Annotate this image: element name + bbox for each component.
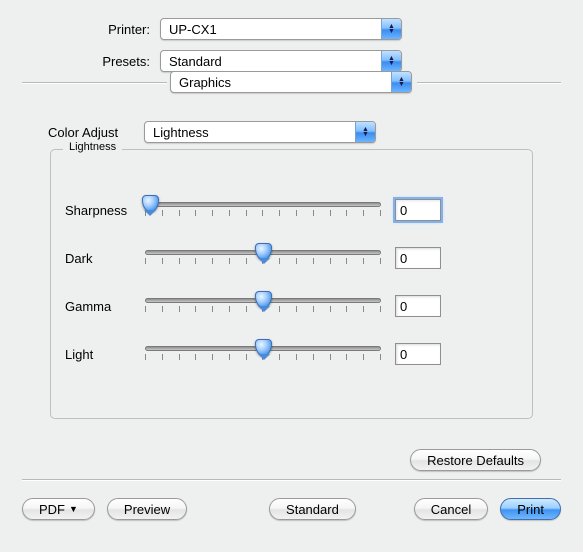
dark-slider[interactable] — [145, 244, 381, 272]
updown-icon — [381, 19, 401, 39]
sharpness-input[interactable] — [395, 199, 441, 221]
pane-select[interactable]: Graphics — [170, 71, 412, 93]
light-input[interactable] — [395, 343, 441, 365]
preview-button[interactable]: Preview — [107, 498, 187, 520]
cancel-button[interactable]: Cancel — [414, 498, 488, 520]
gamma-slider[interactable] — [145, 292, 381, 320]
gamma-input[interactable] — [395, 295, 441, 317]
light-label: Light — [65, 347, 145, 362]
lightness-group: Lightness Sharpness Dark Gamma — [50, 149, 533, 419]
fieldset-legend: Lightness — [63, 141, 122, 153]
color-adjust-value: Lightness — [153, 125, 355, 140]
dark-label: Dark — [65, 251, 145, 266]
printer-value: UP-CX1 — [169, 22, 381, 37]
color-adjust-select[interactable]: Lightness — [144, 121, 376, 143]
gamma-label: Gamma — [65, 299, 145, 314]
printer-select[interactable]: UP-CX1 — [160, 18, 402, 40]
standard-button[interactable]: Standard — [269, 498, 356, 520]
print-button[interactable]: Print — [500, 498, 561, 520]
sharpness-slider[interactable] — [145, 196, 381, 224]
pdf-label: PDF — [39, 502, 65, 517]
restore-defaults-button[interactable]: Restore Defaults — [410, 449, 541, 471]
color-adjust-label: Color Adjust — [48, 125, 144, 140]
light-slider[interactable] — [145, 340, 381, 368]
sharpness-label: Sharpness — [65, 203, 145, 218]
presets-select[interactable]: Standard — [160, 50, 402, 72]
updown-icon — [391, 72, 411, 92]
updown-icon — [355, 122, 375, 142]
updown-icon — [381, 51, 401, 71]
pane-value: Graphics — [179, 75, 391, 90]
chevron-down-icon: ▼ — [69, 504, 78, 514]
presets-value: Standard — [169, 54, 381, 69]
presets-label: Presets: — [0, 54, 160, 69]
dark-input[interactable] — [395, 247, 441, 269]
pdf-menu-button[interactable]: PDF ▼ — [22, 498, 95, 520]
printer-label: Printer: — [0, 22, 160, 37]
